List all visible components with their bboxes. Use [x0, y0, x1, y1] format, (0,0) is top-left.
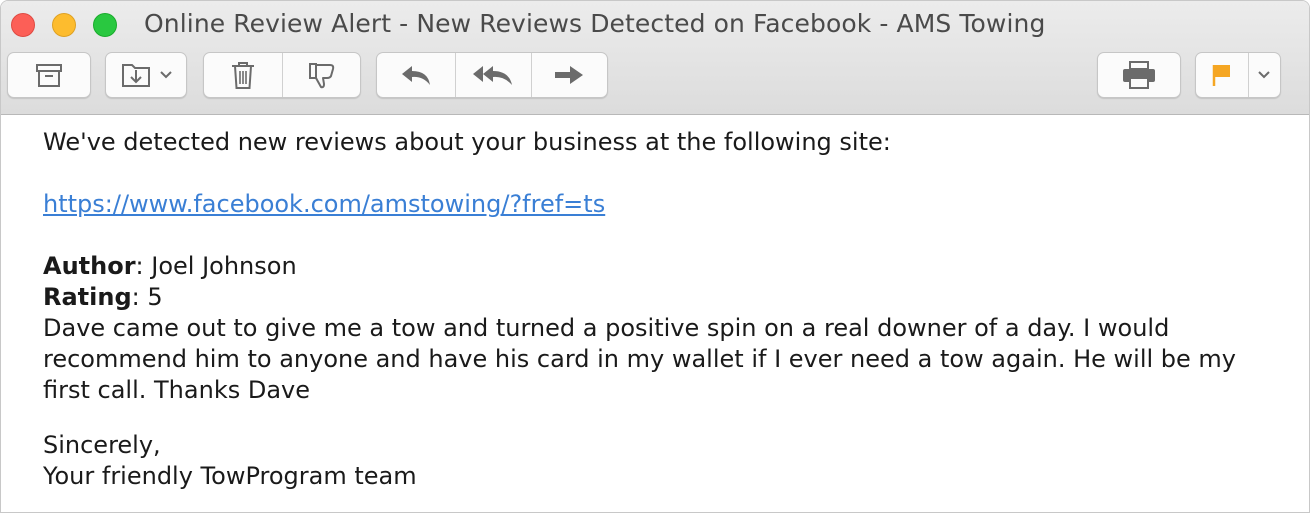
trash-button[interactable] — [204, 53, 283, 97]
close-window-button[interactable] — [11, 13, 35, 37]
reply-group — [376, 52, 608, 98]
flag-menu-button[interactable] — [1249, 53, 1280, 97]
author-value: : Joel Johnson — [135, 252, 297, 280]
window-title: Online Review Alert - New Reviews Detect… — [144, 9, 1046, 38]
reply-button[interactable] — [377, 53, 457, 97]
reply-all-icon — [471, 63, 515, 87]
window-toolbar: Online Review Alert - New Reviews Detect… — [1, 1, 1309, 115]
chevron-down-icon — [160, 71, 172, 79]
forward-button[interactable] — [532, 53, 607, 97]
move-to-button[interactable] — [106, 53, 186, 97]
rating-line: Rating: 5 — [43, 282, 1289, 313]
signature-text: Your friendly TowProgram team — [43, 462, 417, 490]
flag-button[interactable] — [1196, 53, 1249, 97]
rating-value: : 5 — [131, 283, 163, 311]
message-body: We've detected new reviews about your bu… — [43, 127, 1289, 492]
window-controls — [11, 13, 117, 37]
review-text: Dave came out to give me a tow and turne… — [43, 314, 1236, 404]
junk-button[interactable] — [283, 53, 360, 97]
flag-icon — [1211, 62, 1233, 88]
intro-text: We've detected new reviews about your bu… — [43, 128, 891, 156]
reply-icon — [399, 63, 433, 87]
flag-group — [1195, 52, 1281, 98]
print-icon — [1121, 60, 1157, 90]
reply-all-button[interactable] — [456, 53, 532, 97]
print-button[interactable] — [1098, 53, 1180, 97]
move-group — [105, 52, 187, 98]
author-line: Author: Joel Johnson — [43, 251, 1289, 282]
thumbs-down-icon — [307, 60, 337, 90]
mail-window: Online Review Alert - New Reviews Detect… — [0, 0, 1310, 513]
trash-icon — [230, 60, 256, 90]
chevron-down-icon — [1258, 71, 1271, 79]
move-to-icon — [120, 61, 152, 89]
print-group — [1097, 52, 1181, 98]
delete-group — [203, 52, 361, 98]
rating-label: Rating — [43, 283, 132, 311]
author-label: Author — [43, 252, 136, 280]
forward-icon — [552, 63, 586, 87]
review-site-link[interactable]: https://www.facebook.com/amstowing/?fref… — [43, 190, 605, 218]
archive-icon — [35, 62, 63, 88]
zoom-window-button[interactable] — [93, 13, 117, 37]
closing-text: Sincerely, — [43, 431, 161, 459]
archive-button[interactable] — [8, 53, 90, 97]
archive-group — [7, 52, 91, 98]
minimize-window-button[interactable] — [52, 13, 76, 37]
